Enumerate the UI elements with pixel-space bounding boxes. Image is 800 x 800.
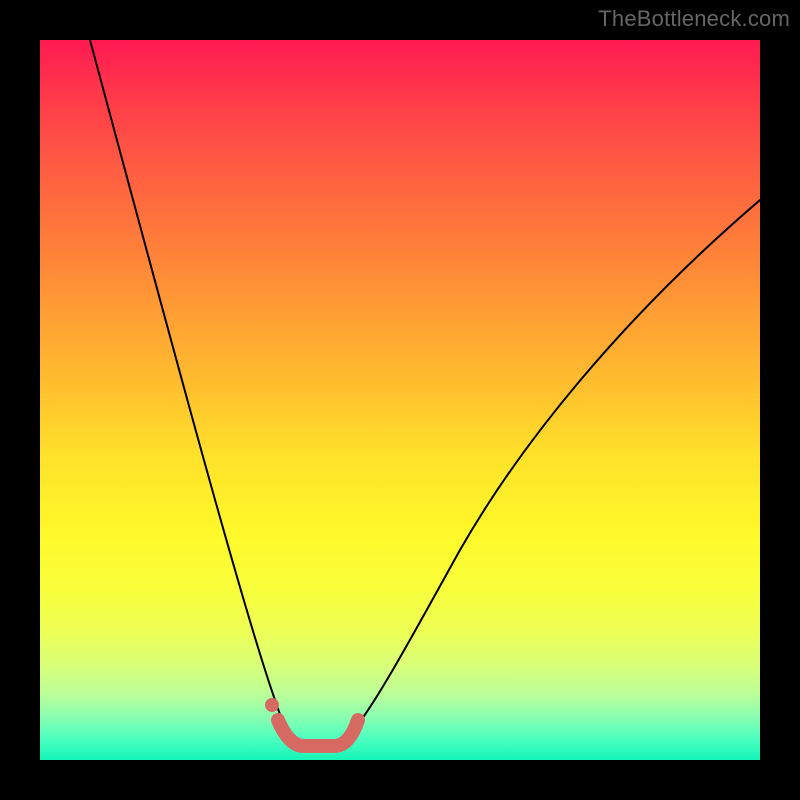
bottleneck-curve — [90, 40, 760, 750]
chart-stage: TheBottleneck.com — [0, 0, 800, 800]
highlight-dot-icon — [265, 698, 279, 712]
curve-layer — [40, 40, 760, 760]
optimal-range-highlight — [278, 720, 358, 746]
plot-area — [40, 40, 760, 760]
watermark-text: TheBottleneck.com — [598, 6, 790, 32]
